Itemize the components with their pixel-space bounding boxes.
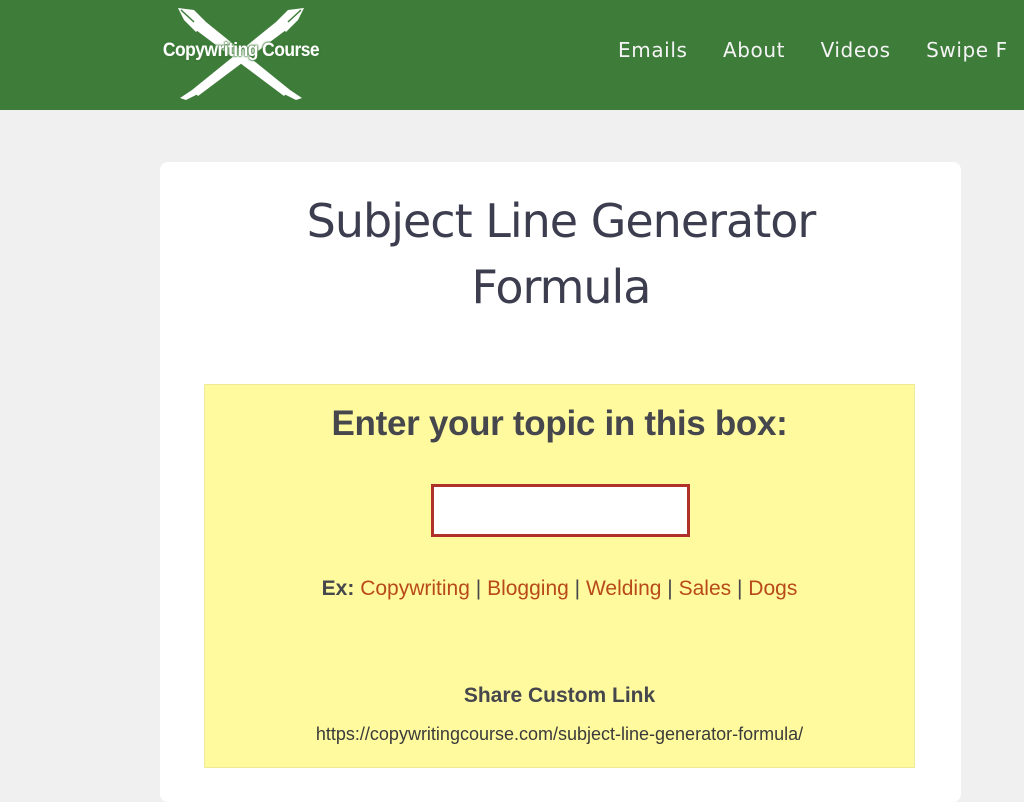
- example-link-copywriting[interactable]: Copywriting: [360, 577, 470, 600]
- separator: |: [736, 577, 743, 600]
- topic-input[interactable]: [431, 484, 690, 537]
- nav-videos[interactable]: Videos: [821, 38, 891, 62]
- generator-heading: Enter your topic in this box:: [331, 404, 788, 443]
- examples-label: Ex:: [321, 577, 355, 600]
- example-link-welding[interactable]: Welding: [586, 577, 662, 600]
- separator: |: [667, 577, 673, 600]
- separator: |: [475, 577, 482, 600]
- example-link-dogs[interactable]: Dogs: [748, 577, 797, 600]
- site-header: Copywriting Course Emails About Videos S…: [0, 0, 1024, 110]
- page-title-text: Subject Line Generator Formula: [306, 194, 817, 314]
- example-link-blogging[interactable]: Blogging: [487, 577, 569, 600]
- example-link-sales[interactable]: Sales: [679, 577, 732, 600]
- page-title: Subject Line Generator Formula: [0, 188, 1024, 320]
- main-nav: Emails About Videos Swipe F: [618, 38, 1024, 62]
- site-logo[interactable]: Copywriting Course: [150, 4, 332, 100]
- share-link-title: Share Custom Link: [463, 684, 656, 707]
- separator: |: [574, 577, 581, 600]
- logo-text: Copywriting Course: [162, 40, 320, 61]
- share-link-url[interactable]: https://copywritingcourse.com/subject-li…: [204, 724, 915, 745]
- nav-emails[interactable]: Emails: [618, 38, 688, 62]
- nav-swipe-file[interactable]: Swipe F: [926, 38, 1008, 62]
- nav-about[interactable]: About: [723, 38, 785, 62]
- example-topics: Ex: Copywriting | Blogging | Welding | S…: [204, 577, 915, 601]
